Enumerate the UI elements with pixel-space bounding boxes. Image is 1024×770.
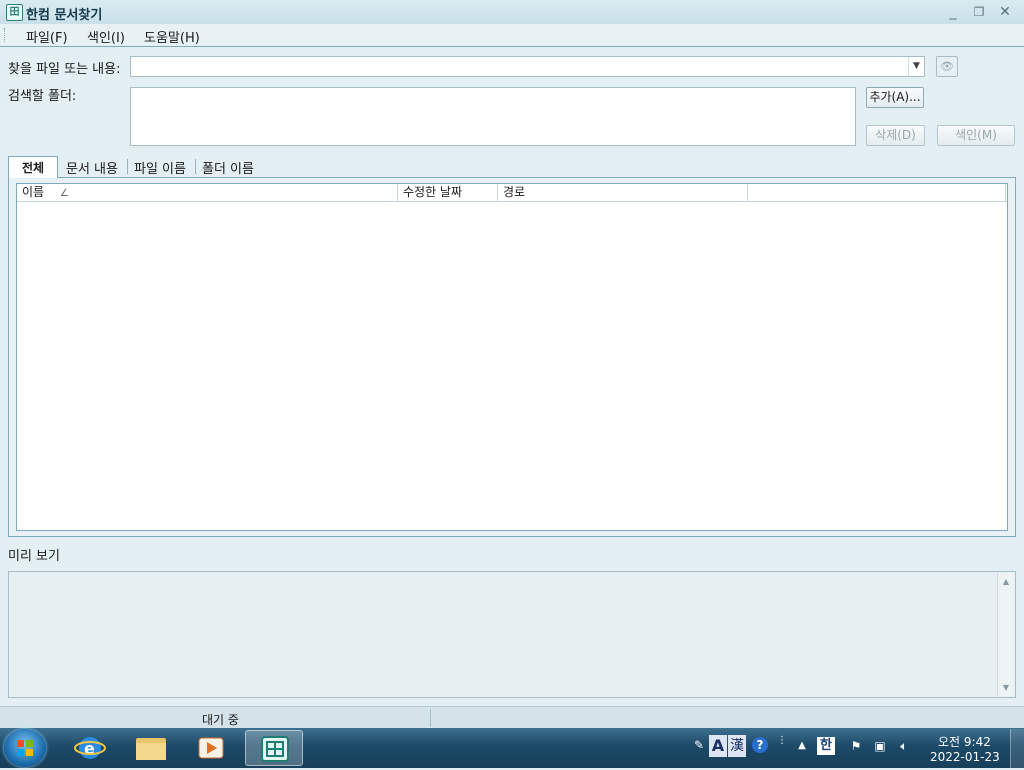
- results-list[interactable]: 이름 ∠ 수정한 날짜 경로: [16, 183, 1008, 531]
- taskbar: e: [0, 728, 1024, 768]
- menu-index[interactable]: 색인(I): [87, 27, 125, 46]
- ime-alpha-icon[interactable]: A: [709, 735, 727, 757]
- help-icon[interactable]: ?: [752, 737, 768, 753]
- add-folder-button[interactable]: 추가(A)...: [866, 87, 924, 108]
- folder-label: 검색할 폴더:: [8, 89, 77, 104]
- scroll-down-icon[interactable]: ▼: [998, 680, 1014, 695]
- start-button[interactable]: [4, 729, 46, 767]
- column-modified[interactable]: 수정한 날짜: [398, 184, 498, 201]
- menu-bar: 파일(F) 색인(I) 도움말(H): [0, 24, 1024, 47]
- ime-hangul-icon[interactable]: 한: [817, 737, 835, 755]
- search-input[interactable]: ▼: [130, 56, 925, 77]
- index-button[interactable]: 색인(M): [937, 125, 1015, 146]
- title-bar: 田 한컴 문서찾기 _ ❐ ✕: [0, 0, 1024, 25]
- status-bar: 대기 중: [0, 706, 1024, 729]
- app-icon: 田: [6, 4, 23, 21]
- preview-scrollbar[interactable]: ▲ ▼: [997, 573, 1014, 696]
- tab-foldername[interactable]: 폴더 이름: [202, 158, 254, 177]
- column-name-label: 이름: [22, 185, 45, 199]
- chevron-down-icon[interactable]: ▼: [908, 57, 924, 76]
- folder-list[interactable]: [130, 87, 856, 146]
- scroll-up-icon[interactable]: ▲: [998, 574, 1014, 589]
- show-hidden-icons[interactable]: ▲: [796, 740, 808, 751]
- tab-divider: [127, 159, 128, 174]
- tab-content[interactable]: 문서 내용: [66, 158, 118, 177]
- window-title: 한컴 문서찾기: [26, 8, 103, 23]
- file-explorer-icon[interactable]: [122, 730, 180, 766]
- internet-explorer-icon[interactable]: e: [62, 730, 120, 766]
- column-name[interactable]: 이름 ∠: [17, 184, 398, 201]
- restore-icon[interactable]: ❐: [970, 4, 988, 20]
- delete-folder-button[interactable]: 삭제(D): [866, 125, 925, 146]
- column-path[interactable]: 경로: [498, 184, 748, 201]
- sort-ascending-icon: ∠: [59, 188, 69, 199]
- tab-all[interactable]: 전체: [8, 156, 58, 178]
- clock-date[interactable]: 2022-01-23: [930, 750, 1000, 764]
- status-text: 대기 중: [202, 713, 239, 727]
- preview-label: 미리 보기: [8, 549, 60, 564]
- options-icon[interactable]: ⋮: [776, 735, 788, 746]
- menu-grip: [4, 28, 7, 42]
- action-center-icon[interactable]: ⚑: [848, 739, 864, 753]
- language-bar-icon[interactable]: ✎: [690, 738, 708, 752]
- menu-file[interactable]: 파일(F): [26, 27, 68, 46]
- volume-icon[interactable]: 🔈︎: [896, 739, 912, 754]
- search-label: 찾을 파일 또는 내용:: [8, 62, 121, 77]
- media-player-icon[interactable]: [182, 730, 240, 766]
- tab-divider: [195, 159, 196, 174]
- close-icon[interactable]: ✕: [996, 4, 1014, 20]
- tab-panel: 이름 ∠ 수정한 날짜 경로: [8, 177, 1016, 537]
- preview-pane[interactable]: ▲ ▼: [8, 571, 1016, 698]
- hancom-finder-icon[interactable]: [245, 730, 303, 766]
- ime-hanja-icon[interactable]: 漢: [728, 735, 746, 757]
- minimize-icon[interactable]: _: [944, 4, 962, 20]
- list-header: 이름 ∠ 수정한 날짜 경로: [17, 184, 1007, 202]
- clock-time[interactable]: 오전 9:42: [938, 733, 991, 750]
- network-icon[interactable]: ▣: [872, 739, 888, 753]
- column-extra[interactable]: [748, 184, 1006, 201]
- binoculars-search-button[interactable]: 👁: [936, 56, 958, 77]
- status-divider: [430, 709, 431, 727]
- tab-filename[interactable]: 파일 이름: [134, 158, 186, 177]
- menu-help[interactable]: 도움말(H): [144, 27, 200, 46]
- show-desktop-button[interactable]: [1010, 729, 1024, 768]
